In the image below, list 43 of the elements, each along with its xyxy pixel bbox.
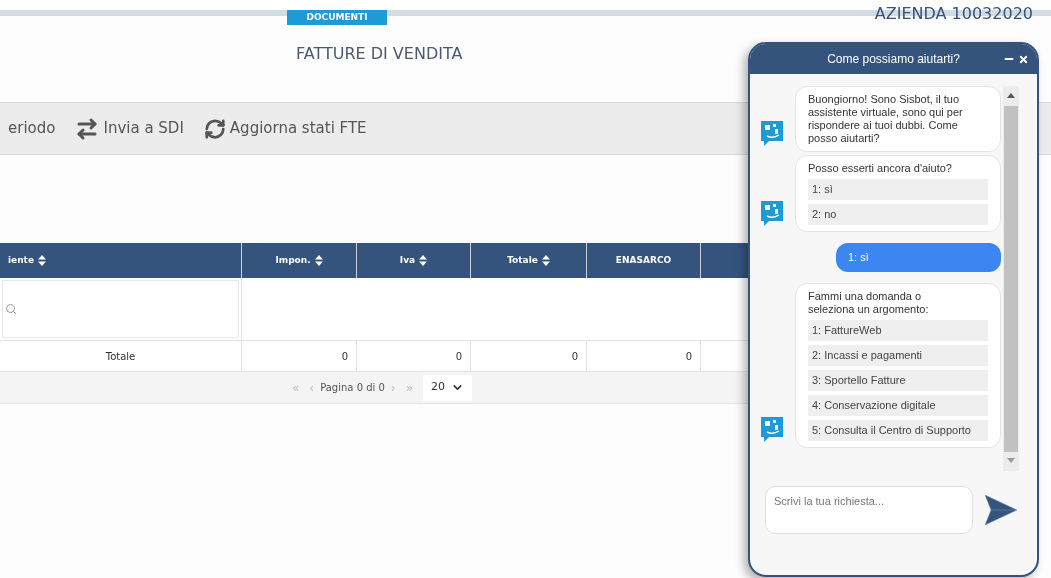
table-cell-text: 0 xyxy=(685,349,692,364)
reply-option[interactable]: 5: Consulta il Centro di Supporto xyxy=(808,420,988,441)
page-size-select[interactable]: 20 xyxy=(423,374,472,401)
page-title: FATTURE DI VENDITA xyxy=(296,43,463,65)
toolbar-button[interactable]: eriodo xyxy=(8,117,56,140)
column-header[interactable]: Impon. xyxy=(275,253,323,268)
table-cell-text: 0 xyxy=(571,349,578,364)
table-cell-text: Totale xyxy=(105,349,136,364)
toolbar-button[interactable]: Invia a SDI xyxy=(75,116,184,141)
reply-option[interactable]: 1: FattureWeb xyxy=(808,320,988,341)
reply-option[interactable]: 1: sì xyxy=(808,179,988,200)
reply-option[interactable]: 3: Sportello Fatture xyxy=(808,370,988,391)
message-input[interactable]: Scrivi la tua richiesta... xyxy=(765,486,973,534)
toolbar-button[interactable]: Aggiorna stati FTE xyxy=(203,117,367,140)
column-header[interactable]: iente xyxy=(8,253,46,268)
table-cell-text: 0 xyxy=(341,349,348,364)
reply-option[interactable]: 2: Incassi e pagamenti xyxy=(808,345,988,366)
close-icon[interactable] xyxy=(1018,53,1029,65)
page-indicator: Pagina 0 di 0 xyxy=(320,381,385,395)
company-name: AZIENDA 10032020 xyxy=(874,6,1033,22)
message-text: Posso esserti ancora d'aiuto? xyxy=(808,162,953,175)
search-icon xyxy=(5,303,17,315)
sort-icon[interactable] xyxy=(38,255,46,266)
bot-avatar-icon xyxy=(760,200,784,226)
send-icon[interactable] xyxy=(985,495,1017,525)
column-header[interactable]: ENASARCO xyxy=(615,253,672,268)
sort-icon[interactable] xyxy=(314,255,323,266)
scroll-up-icon[interactable] xyxy=(1007,93,1015,98)
table-cell-text: 0 xyxy=(455,349,462,364)
sort-icon[interactable] xyxy=(419,255,428,266)
user-message: 1: sì xyxy=(836,243,1001,272)
column-header[interactable]: Totale xyxy=(507,253,550,268)
refresh-icon xyxy=(203,117,226,140)
reply-option[interactable]: 2: no xyxy=(808,204,988,225)
column-header[interactable]: Iva xyxy=(399,253,428,268)
bot-avatar-icon xyxy=(760,120,784,146)
reply-option[interactable]: 4: Conservazione digitale xyxy=(808,395,988,416)
bot-avatar-icon xyxy=(760,416,784,442)
chat-title: Come possiamo aiutarti? xyxy=(827,51,960,68)
scrollbar[interactable] xyxy=(1003,86,1019,471)
sort-icon[interactable] xyxy=(541,255,550,266)
message-text: Fammi una domanda o seleziona un argomento: xyxy=(808,290,930,316)
message-text: Buongiorno! Sono Sisbot, il tuo assistente virtuale, sono qui per rispondere ai tuoi dubbi. Come posso aiutarti? xyxy=(808,93,964,145)
